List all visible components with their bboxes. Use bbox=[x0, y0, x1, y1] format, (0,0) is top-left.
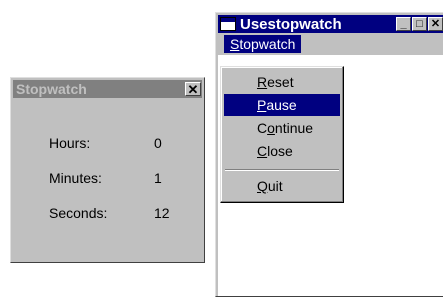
menubar: Stopwatch bbox=[218, 34, 443, 54]
seconds-label: Seconds: bbox=[49, 205, 108, 221]
close-icon[interactable]: ✕ bbox=[428, 17, 443, 31]
menu-item-continue-mnemonic: o bbox=[267, 120, 275, 136]
maximize-icon[interactable]: □ bbox=[412, 17, 427, 31]
stopwatch-titlebar[interactable]: Stopwatch ✕ bbox=[13, 80, 202, 98]
minutes-label: Minutes: bbox=[49, 170, 102, 186]
hours-value: 0 bbox=[154, 135, 162, 151]
seconds-value: 12 bbox=[154, 205, 170, 221]
usestopwatch-titlebar[interactable]: Usestopwatch _ □ ✕ bbox=[218, 15, 443, 33]
hours-label: Hours: bbox=[49, 135, 91, 151]
menu-item-continue[interactable]: Continue bbox=[224, 117, 340, 139]
menu-item-close-label: lose bbox=[267, 143, 293, 159]
minimize-icon[interactable]: _ bbox=[396, 17, 411, 31]
menu-item-reset[interactable]: Reset bbox=[224, 71, 340, 93]
stopwatch-menu-dropdown: Reset Pause Continue Close Quit bbox=[220, 66, 344, 203]
menu-item-quit[interactable]: Quit bbox=[224, 175, 340, 197]
menu-item-pause[interactable]: Pause bbox=[224, 94, 340, 116]
menu-item-close[interactable]: Close bbox=[224, 140, 340, 162]
window-controls: _ □ ✕ bbox=[396, 17, 443, 31]
menu-item-reset-mnemonic: R bbox=[257, 74, 268, 90]
menu-item-reset-label: eset bbox=[267, 74, 294, 90]
menu-item-quit-label: uit bbox=[267, 178, 283, 194]
menu-item-pause-label: ause bbox=[266, 97, 297, 113]
menu-separator bbox=[225, 169, 339, 171]
menu-stopwatch-label: topwatch bbox=[239, 36, 296, 52]
menu-item-quit-mnemonic: Q bbox=[257, 178, 268, 194]
usestopwatch-title: Usestopwatch bbox=[240, 15, 342, 33]
menu-item-continue-pre: C bbox=[257, 120, 268, 136]
stopwatch-title: Stopwatch bbox=[16, 81, 87, 97]
menu-item-pause-mnemonic: P bbox=[257, 97, 267, 113]
minutes-value: 1 bbox=[154, 170, 162, 186]
menu-stopwatch[interactable]: Stopwatch bbox=[224, 35, 302, 53]
close-icon[interactable]: ✕ bbox=[185, 82, 201, 96]
window-icon[interactable] bbox=[220, 17, 236, 31]
menu-item-close-mnemonic: C bbox=[257, 143, 268, 159]
menu-item-continue-label: ntinue bbox=[274, 120, 314, 136]
menu-stopwatch-mnemonic: S bbox=[230, 36, 240, 52]
stopwatch-window: Stopwatch ✕ Hours: 0 Minutes: 1 Seconds:… bbox=[10, 77, 205, 263]
